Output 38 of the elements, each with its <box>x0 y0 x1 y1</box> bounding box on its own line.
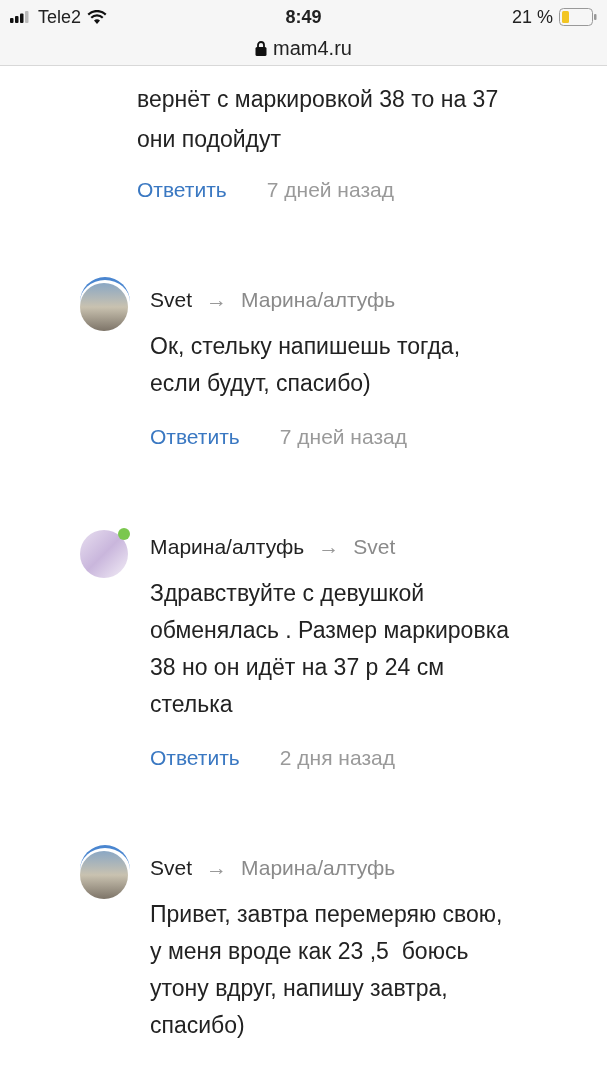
battery-percent: 21 % <box>511 5 553 29</box>
reply-arrow-icon: → <box>206 852 228 884</box>
comment-text-line: Здравствуйте с девушкой <box>150 579 426 608</box>
comment-text-line: утону вдруг, напишу завтра, <box>150 974 449 1003</box>
comment-text-line: спасибо) <box>150 1011 246 1040</box>
reply-link[interactable]: Ответить <box>137 174 227 206</box>
comment-text-line: вернёт с маркировкой 38 то на 37 <box>137 85 500 114</box>
reply-arrow-icon: → <box>206 284 228 316</box>
battery-icon <box>559 8 597 26</box>
reply-link[interactable]: Ответить <box>150 421 240 453</box>
avatar-photo-placeholder[interactable] <box>80 283 128 331</box>
author-name[interactable]: Марина/алтуфь <box>150 531 305 563</box>
signal-icon <box>10 11 32 23</box>
avatar-photo-placeholder[interactable] <box>80 530 128 578</box>
comment-time: 7 дней назад <box>266 177 394 204</box>
reply-link[interactable]: Ответить <box>150 742 240 774</box>
comment-text-line: обменялась . Размер маркировка <box>150 616 509 645</box>
comment-text-line: если будут, спасибо) <box>150 369 372 398</box>
carrier-name: Tele2 <box>38 5 82 29</box>
author-name[interactable]: Svet <box>150 284 193 316</box>
lock-icon <box>255 40 268 56</box>
site-address[interactable]: mam4.ru <box>273 33 352 63</box>
recipient-name[interactable]: Марина/алтуфь <box>241 852 396 884</box>
comment-text-line: 38 но он идёт на 37 р 24 см <box>150 653 446 682</box>
comment-time: 2 дня назад <box>279 745 395 772</box>
reply-arrow-icon: → <box>318 531 340 563</box>
comment-text-line: стелька <box>150 690 234 719</box>
clock-time: 8:49 <box>285 5 322 29</box>
comment-time: 7 дней назад <box>279 424 407 451</box>
comment-text-line: у меня вроде как 23 ,5 боюсь <box>150 937 470 966</box>
comment-text-line: Привет, завтра перемеряю свою, <box>150 900 503 929</box>
comment-text-line: Ок, стельку напишешь тогда, <box>150 332 461 361</box>
wifi-icon <box>87 10 108 24</box>
comment-text-line: они подойдут <box>137 125 282 154</box>
recipient-name[interactable]: Марина/алтуфь <box>241 284 396 316</box>
recipient-name[interactable]: Svet <box>353 531 396 563</box>
avatar-photo-placeholder[interactable] <box>80 851 128 899</box>
author-name[interactable]: Svet <box>150 852 193 884</box>
